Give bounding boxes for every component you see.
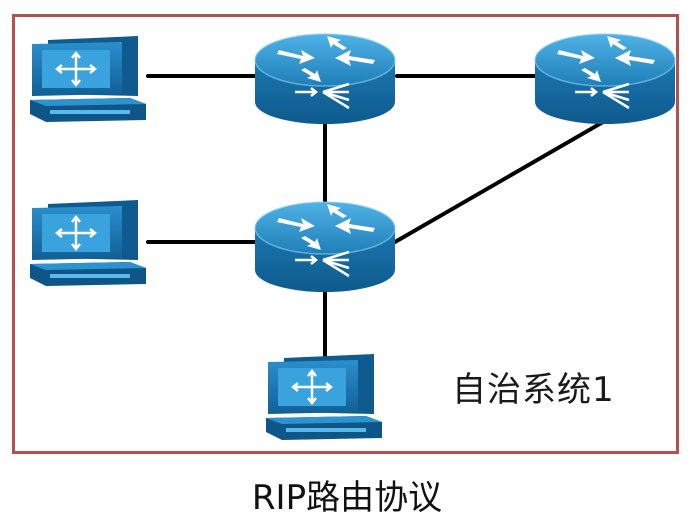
- link-router2-router3: [393, 116, 612, 244]
- workstation-3-icon: [264, 352, 384, 442]
- router-3-icon: [253, 200, 397, 294]
- workstation-2-icon: [28, 198, 148, 288]
- router-2-icon: [533, 32, 677, 126]
- autonomous-system-label: 自治系统1: [452, 370, 615, 410]
- diagram-caption: RIP路由协议: [251, 478, 443, 518]
- network-diagram: [28, 32, 677, 442]
- router-1-icon: [253, 32, 397, 126]
- workstation-1-icon: [28, 34, 148, 124]
